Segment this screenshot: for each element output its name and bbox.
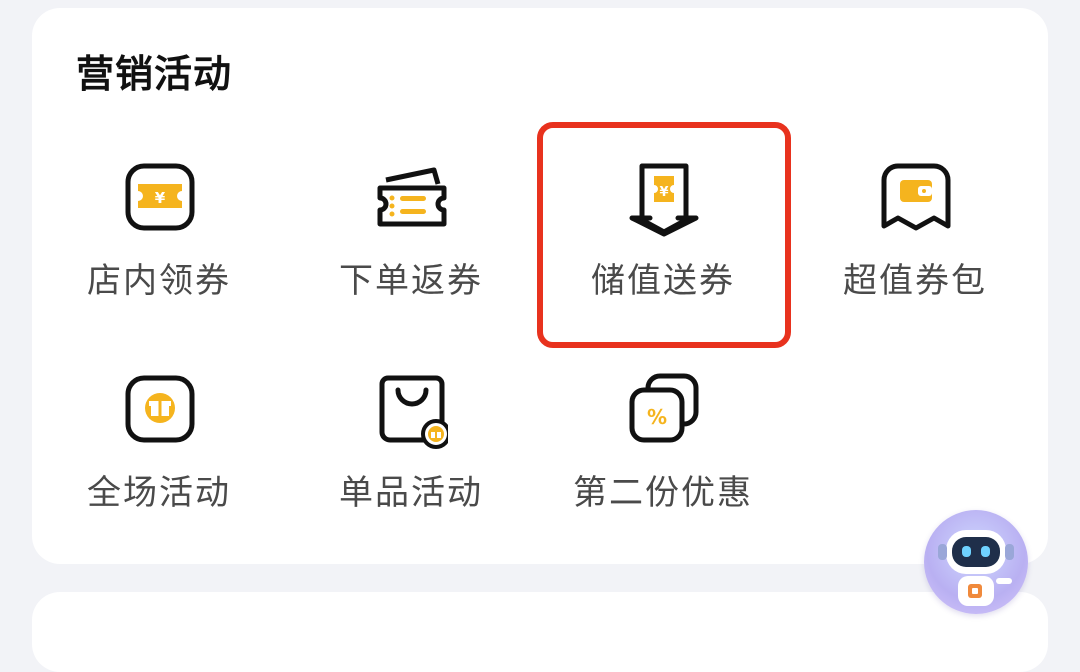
item-label: 超值券包 bbox=[843, 261, 987, 301]
highlight-frame bbox=[537, 122, 791, 348]
item-label: 单品活动 bbox=[339, 473, 483, 513]
item-label: 店内领券 bbox=[87, 261, 231, 301]
coupon-pack-icon bbox=[880, 160, 952, 242]
item-shop-coupon[interactable]: ¥ 店内领券 bbox=[34, 130, 284, 350]
order-rebate-coupon-icon bbox=[376, 160, 448, 242]
single-item-bag-icon bbox=[376, 372, 448, 454]
shop-coupon-icon: ¥ bbox=[124, 160, 196, 242]
item-coupon-pack[interactable]: 超值券包 bbox=[790, 130, 1040, 350]
item-second-item-discount[interactable]: % 第二份优惠 bbox=[538, 342, 788, 562]
section-title: 营销活动 bbox=[76, 52, 233, 96]
svg-text:¥: ¥ bbox=[155, 189, 166, 207]
second-item-discount-icon: % bbox=[628, 372, 700, 454]
robot-assistant-icon[interactable] bbox=[924, 510, 1028, 614]
item-label: 第二份优惠 bbox=[573, 473, 753, 513]
next-section-card bbox=[32, 592, 1048, 672]
item-single-item-activity[interactable]: 单品活动 bbox=[286, 342, 536, 562]
item-label: 下单返券 bbox=[339, 261, 483, 301]
svg-text:%: % bbox=[647, 405, 667, 429]
item-order-rebate-coupon[interactable]: 下单返券 bbox=[286, 130, 536, 350]
store-wide-gift-icon bbox=[124, 372, 196, 454]
item-label: 全场活动 bbox=[87, 473, 231, 513]
item-store-wide-activity[interactable]: 全场活动 bbox=[34, 342, 284, 562]
